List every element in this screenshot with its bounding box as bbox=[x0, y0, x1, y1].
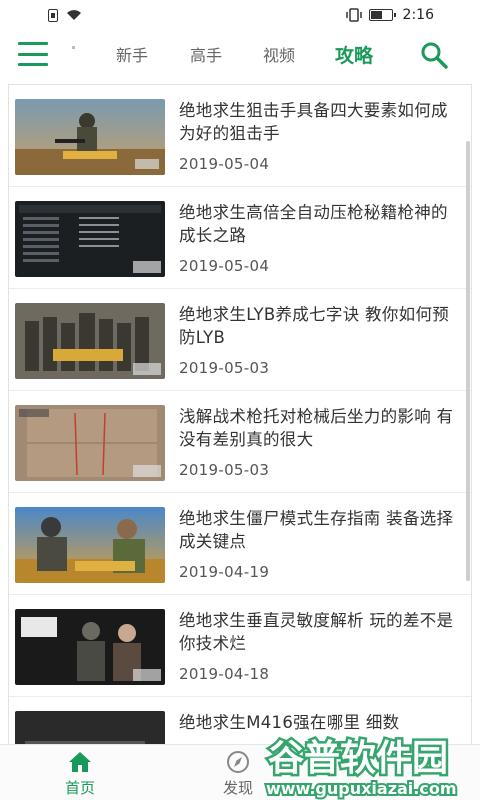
article-title: 绝地求生僵尸模式生存指南 装备选择成关键点 bbox=[179, 509, 454, 551]
article-thumbnail bbox=[15, 201, 165, 277]
article-date: 2019-05-04 bbox=[179, 155, 270, 173]
nav-home-label: 首页 bbox=[64, 779, 95, 797]
tab-guide[interactable]: 攻略 bbox=[330, 41, 378, 68]
nav-home[interactable]: 首页 bbox=[40, 745, 120, 800]
svg-text:www.gupuxiazai.com: www.gupuxiazai.com bbox=[266, 779, 457, 798]
article-date: 2019-05-03 bbox=[179, 461, 270, 479]
search-icon[interactable] bbox=[419, 40, 449, 70]
tab-video[interactable]: 视频 bbox=[259, 42, 299, 66]
list-item[interactable]: 绝地求生垂直灵敏度解析 玩的差不是你技术烂 2019-04-18 bbox=[9, 595, 471, 697]
compass-icon bbox=[227, 751, 249, 773]
menu-icon bbox=[18, 42, 48, 45]
sim-card-icon bbox=[48, 8, 58, 22]
tab-expert[interactable]: 高手 bbox=[186, 42, 226, 66]
article-thumbnail bbox=[15, 711, 165, 744]
list-item[interactable]: 绝地求生僵尸模式生存指南 装备选择成关键点 2019-04-19 bbox=[9, 493, 471, 595]
battery-icon bbox=[368, 9, 396, 21]
article-date: 2019-04-18 bbox=[179, 665, 270, 683]
svg-text:谷普软件园: 谷普软件园 bbox=[268, 738, 448, 779]
scrollbar[interactable] bbox=[466, 141, 470, 581]
article-title: 绝地求生LYB养成七字诀 教你如何预防LYB bbox=[179, 305, 450, 347]
article-title: 浅解战术枪托对枪械后坐力的影响 有没有差别真的很大 bbox=[179, 407, 454, 449]
menu-button[interactable] bbox=[18, 42, 48, 66]
list-item[interactable]: 浅解战术枪托对枪械后坐力的影响 有没有差别真的很大 2019-05-03 bbox=[9, 391, 471, 493]
list-item[interactable]: 绝地求生狙击手具备四大要素如何成为好的狙击手 2019-05-04 bbox=[9, 85, 471, 187]
list-item[interactable]: 绝地求生LYB养成七字诀 教你如何预防LYB 2019-05-03 bbox=[9, 289, 471, 391]
article-list[interactable]: 绝地求生狙击手具备四大要素如何成为好的狙击手 2019-05-04 绝地求生高倍… bbox=[8, 84, 472, 744]
status-left bbox=[48, 8, 82, 22]
home-icon bbox=[69, 752, 91, 772]
article-date: 2019-04-19 bbox=[179, 563, 270, 581]
article-thumbnail bbox=[15, 405, 165, 481]
status-time: 2:16 bbox=[402, 7, 434, 23]
wifi-icon bbox=[67, 10, 81, 20]
watermark-logo: 谷普软件园 www.gupuxiazai.com bbox=[264, 736, 459, 800]
vibrate-icon bbox=[345, 8, 362, 22]
article-title: 绝地求生高倍全自动压枪秘籍枪神的成长之路 bbox=[179, 203, 448, 245]
article-thumbnail bbox=[15, 99, 165, 175]
article-date: 2019-05-03 bbox=[179, 359, 270, 377]
top-header: 新手 高手 视频 攻略 bbox=[0, 30, 480, 78]
article-thumbnail bbox=[15, 609, 165, 685]
article-thumbnail bbox=[15, 507, 165, 583]
article-date: 2019-05-04 bbox=[179, 257, 270, 275]
list-item[interactable]: 绝地求生高倍全自动压枪秘籍枪神的成长之路 2019-05-04 bbox=[9, 187, 471, 289]
status-bar: 2:16 bbox=[0, 0, 480, 30]
divider bbox=[72, 46, 75, 49]
article-title: 绝地求生垂直灵敏度解析 玩的差不是你技术烂 bbox=[179, 611, 454, 653]
article-title: 绝地求生狙击手具备四大要素如何成为好的狙击手 bbox=[179, 101, 448, 143]
article-thumbnail bbox=[15, 303, 165, 379]
battery-level bbox=[370, 11, 382, 19]
status-right: 2:16 bbox=[345, 7, 434, 23]
tab-newbie[interactable]: 新手 bbox=[112, 42, 152, 66]
